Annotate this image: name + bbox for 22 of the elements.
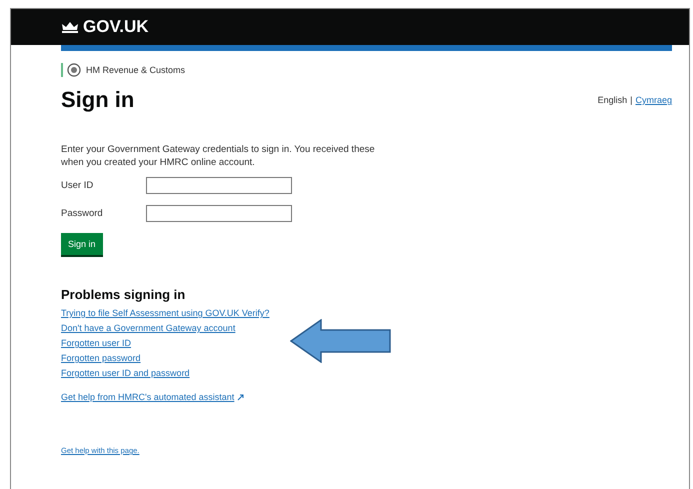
help-link[interactable]: Trying to file Self Assessment using GOV.UK Verify? — [61, 308, 270, 318]
help-link[interactable]: Don't have a Government Gateway account — [61, 323, 236, 333]
language-link[interactable]: Cymraeg — [635, 95, 672, 105]
input-field[interactable] — [146, 177, 292, 194]
arrow-icon — [290, 319, 392, 363]
field-label: User ID — [61, 180, 94, 191]
site-logo[interactable]: GOV.UK — [83, 17, 149, 37]
help-link[interactable]: Forgotten user ID and password — [61, 368, 190, 378]
sign-in-button[interactable]: Sign in — [61, 233, 103, 255]
help-link[interactable]: Get help from HMRC's automated assistant — [61, 392, 244, 402]
crest-icon — [67, 63, 81, 77]
help-link[interactable]: Forgotten password — [61, 353, 141, 363]
section-heading: Problems signing in — [61, 287, 186, 302]
external-link-icon — [237, 394, 244, 400]
intro-text: Enter your Government Gateway credentials to sign in. You received these when you created your HMRC online account. — [61, 143, 376, 169]
crown-icon — [61, 20, 79, 34]
language-separator: | — [630, 95, 632, 105]
field-label: Password — [61, 208, 104, 219]
input-field[interactable] — [146, 205, 292, 222]
page-title: Sign in — [61, 87, 134, 113]
help-link[interactable]: Forgotten user ID — [61, 338, 132, 348]
department-name: HM Revenue & Customs — [86, 65, 186, 75]
